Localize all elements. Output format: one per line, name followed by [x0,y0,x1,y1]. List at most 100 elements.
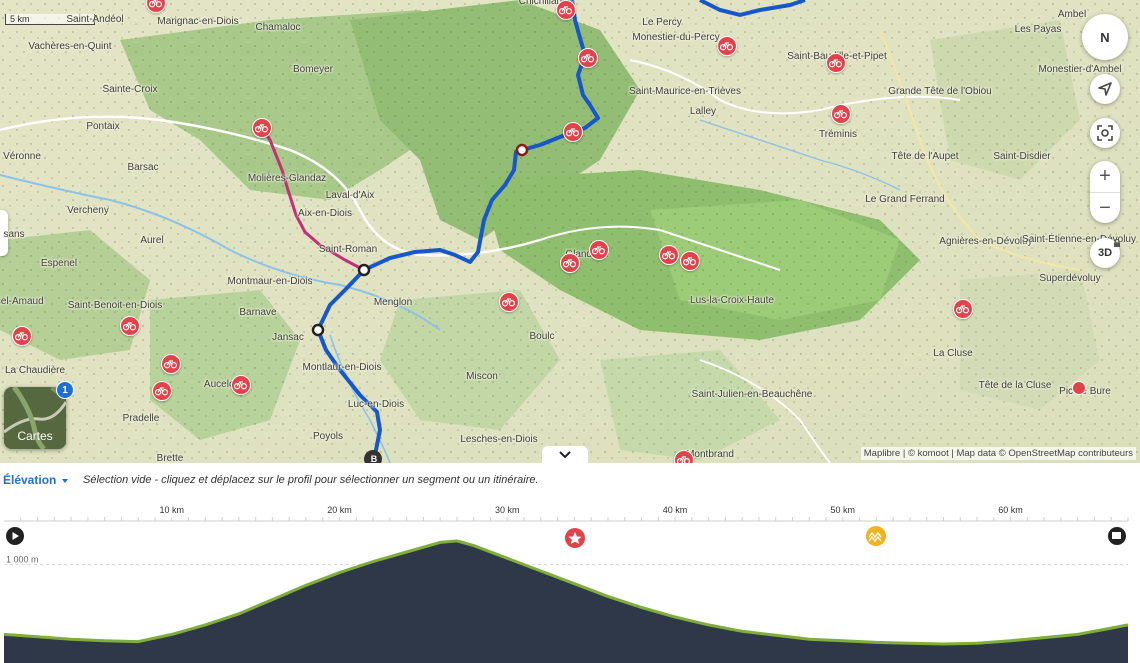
summit-poi-icon[interactable] [1072,381,1086,395]
place-label: Luc-en-Diois [347,399,405,410]
place-label: Saint-Julien-en-Beauchêne [691,389,813,400]
map-attribution[interactable]: Maplibre | © komoot | Map data © OpenStr… [860,447,1136,460]
place-label: Le Percy [642,17,682,28]
place-label: Vercheny [67,205,109,216]
place-label: Pradelle [122,413,160,424]
distance-tick-label: 60 km [998,505,1023,515]
bike-poi-icon[interactable] [12,326,32,346]
place-label: Barsac [127,162,159,173]
bike-poi-icon[interactable] [556,0,576,20]
elevation-tab[interactable]: Élévation [3,473,68,487]
place-label: Chamaloc [255,22,301,33]
place-label: Vachères-en-Quint [28,41,112,52]
collapse-panel-button[interactable] [542,446,588,463]
bike-poi-icon[interactable] [826,53,846,73]
place-label: Agnières-en-Dévoluy [939,236,1033,247]
bike-poi-icon[interactable] [674,450,694,463]
chevron-down-icon [559,450,571,458]
bike-poi-icon[interactable] [659,245,679,265]
focus-frame-icon [1097,125,1113,141]
fit-route-button[interactable] [1090,118,1120,148]
bike-poi-icon[interactable] [231,375,251,395]
place-label: Monestier-d'Ambel [1038,64,1122,75]
bike-poi-icon[interactable] [831,104,851,124]
place-label: Miscon [466,371,498,382]
place-label: Molières-Glandaz [247,173,327,184]
map-layers-badge: 1 [56,381,74,399]
place-label: Boulc [529,331,555,342]
place-label: Saint-Disdier [993,151,1051,162]
finish-flag-icon [1112,532,1121,539]
place-label: Pontaix [86,121,120,132]
distance-tick-label: 10 km [160,505,185,515]
elevation-panel: Élévation Sélection vide - cliquez et dé… [0,463,1140,663]
elevation-profile-chart[interactable]: 10 km20 km30 km40 km50 km60 km1 000 m500… [0,495,1140,663]
place-label: Barnave [239,307,277,318]
place-label: Sainte-Croix [102,84,158,95]
lock-icon [1113,234,1121,247]
place-label: La Chaudière [4,365,66,376]
place-label: Tréminis [819,129,857,140]
place-label: Saint-Roman [318,244,378,255]
place-label: Véronne [3,151,41,162]
place-label: Espenel [40,258,78,269]
locate-button[interactable] [1090,74,1120,104]
place-label: Le Grand Ferrand [865,194,945,205]
place-label: Aurel [140,235,164,246]
bike-poi-icon[interactable] [953,299,973,319]
place-label: Lalley [689,106,717,117]
place-label: Monestier-du-Percy [632,32,720,43]
distance-tick-label: 20 km [327,505,352,515]
place-label: sans [3,229,25,240]
place-label: Marignac-en-Diois [157,16,239,27]
bike-poi-icon[interactable] [161,354,181,374]
place-label: Menglon [373,297,413,308]
place-label: Grande Tête de l'Obiou [888,86,992,97]
place-label: Superdévoluy [1039,273,1101,284]
distance-tick-label: 50 km [831,505,856,515]
navigation-arrow-icon [1098,82,1112,96]
place-label: Saint-Benoit-en-Diois [67,300,163,311]
distance-tick-label: 30 km [495,505,520,515]
compass-button[interactable]: N [1082,14,1128,60]
place-label: ucel-Amaud [0,296,44,307]
place-label: Laval-d'Aix [325,190,375,201]
place-label: Aix-en-Diois [298,208,352,219]
bike-poi-icon[interactable] [120,316,140,336]
place-label: Lus-la-Croix-Haute [690,295,774,306]
place-label: Brette [156,453,184,463]
bike-poi-icon[interactable] [563,122,583,142]
bike-poi-icon[interactable] [680,251,700,271]
place-label: La Cluse [933,348,973,359]
place-label: Ambel [1057,9,1087,20]
place-label: Tête de l'Aupet [891,151,959,162]
bike-poi-icon[interactable] [717,36,737,56]
map-layers-label: Cartes [17,429,53,443]
bike-poi-icon[interactable] [152,381,172,401]
zoom-control: + − [1090,161,1120,223]
place-label: Saint-Andéol [66,14,124,25]
place-label: Jansac [272,332,304,343]
place-label: Montlaur-en-Diois [302,362,382,373]
place-label: Montmaur-en-Diois [227,276,313,287]
selection-hint: Sélection vide - cliquez et déplacez sur… [83,474,539,486]
route-end-marker[interactable]: B [368,453,380,463]
place-label: Bomeyer [292,64,334,75]
distance-tick-label: 40 km [663,505,688,515]
bike-poi-icon[interactable] [499,292,519,312]
place-label: Les Payas [1014,24,1062,35]
place-label: Lesches-en-Diois [460,434,538,445]
bike-poi-icon[interactable] [252,118,272,138]
map-view[interactable]: 5 km Saint-Andéol Marignac-en-Diois Chamal… [0,0,1140,463]
place-label: Saint-Maurice-en-Trièves [629,86,741,97]
bike-poi-icon[interactable] [560,253,580,273]
zoom-out-button[interactable]: − [1090,193,1120,224]
place-label: Poyols [312,431,344,442]
elevation-tick-label: 1 000 m [6,555,39,565]
map-layers-button[interactable]: Cartes [4,387,66,449]
bike-poi-icon[interactable] [589,240,609,260]
zoom-in-button[interactable]: + [1090,161,1120,193]
bike-poi-icon[interactable] [578,48,598,68]
compass-north-label: N [1100,29,1110,45]
place-label: Tête de la Cluse [978,380,1052,391]
